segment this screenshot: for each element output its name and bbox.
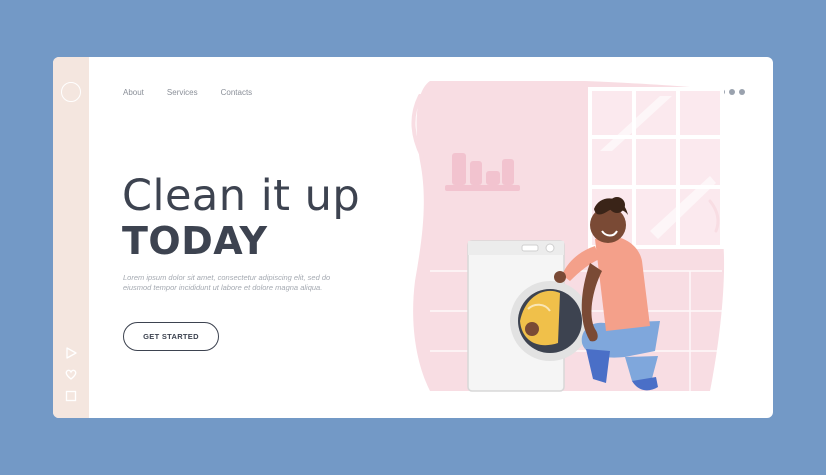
circle-icon[interactable] bbox=[61, 82, 81, 102]
bottle bbox=[470, 161, 482, 185]
bottle bbox=[502, 159, 514, 185]
landing-card: About Services Contacts Clean it up TODA… bbox=[53, 57, 773, 418]
nav-item-about[interactable]: About bbox=[123, 88, 144, 97]
dot bbox=[739, 89, 745, 95]
hero-description: Lorem ipsum dolor sit amet, consectetur … bbox=[123, 273, 331, 292]
bottle bbox=[452, 153, 466, 185]
square-icon[interactable] bbox=[64, 389, 78, 403]
jar bbox=[486, 171, 500, 185]
side-rail bbox=[53, 57, 89, 418]
control-knob bbox=[545, 243, 555, 253]
top-nav: About Services Contacts bbox=[123, 88, 252, 97]
play-icon[interactable] bbox=[64, 346, 78, 360]
hero-title-line1: Clean it up bbox=[122, 171, 361, 221]
nav-item-contacts[interactable]: Contacts bbox=[221, 88, 253, 97]
hero-title-line2: TODAY bbox=[122, 219, 268, 263]
shelf bbox=[445, 185, 520, 191]
heart-icon[interactable] bbox=[64, 367, 78, 381]
laundry-illustration bbox=[411, 81, 725, 392]
nav-item-services[interactable]: Services bbox=[167, 88, 198, 97]
get-started-button[interactable]: GET STARTED bbox=[123, 322, 219, 351]
